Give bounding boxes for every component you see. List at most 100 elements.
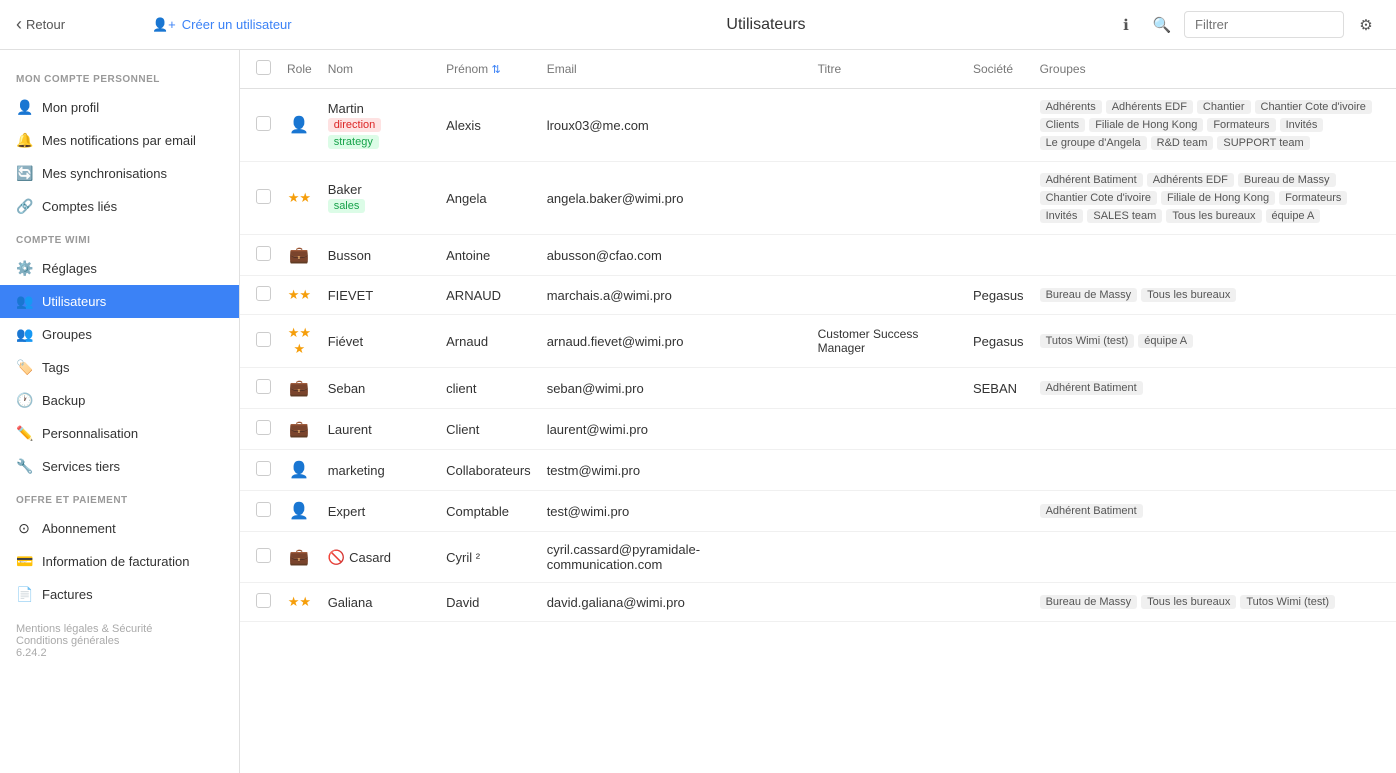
titre-cell [810,409,965,450]
titre-cell [810,450,965,491]
row-checkbox[interactable] [256,548,271,563]
titre-cell [810,235,965,276]
group-tag: Adhérents [1040,100,1102,114]
col-email[interactable]: Email [539,50,810,89]
row-checkbox[interactable] [256,420,271,435]
group-tag: Bureau de Massy [1040,595,1138,609]
sidebar-section-payment: OFFRE ET PAIEMENT [0,483,239,512]
invoice-icon: 📄 [16,586,32,603]
group-tag: Adhérent Batiment [1040,381,1143,395]
nom-value: Galiana [328,595,373,610]
search-icon[interactable]: 🔍 [1148,11,1176,39]
prenom-cell: Collaborateurs [438,450,539,491]
prenom-cell: Alexis [438,89,539,162]
filter-input[interactable] [1184,11,1344,38]
group-tag: Tous les bureaux [1166,209,1261,223]
groups-cell: Bureau de MassyTous les bureauxTutos Wim… [1032,583,1396,622]
cg-link[interactable]: Conditions générales [16,635,119,647]
col-prenom[interactable]: Prénom ⇅ [438,50,539,89]
col-nom[interactable]: Nom [320,50,438,89]
sidebar-item-services-tiers[interactable]: 🔧 Services tiers [0,450,239,483]
legal-link[interactable]: Mentions légales & Sécurité [16,623,152,635]
sidebar-item-tags[interactable]: 🏷️ Tags [0,351,239,384]
nom-value: Seban [328,381,366,396]
row-checkbox[interactable] [256,189,271,204]
email-cell: angela.baker@wimi.pro [539,162,810,235]
email-cell: seban@wimi.pro [539,368,810,409]
societe-cell [965,450,1032,491]
sidebar-item-comptes-lies[interactable]: 🔗 Comptes liés [0,190,239,223]
table-row: 👤ExpertComptabletest@wimi.proAdhérent Ba… [240,491,1396,532]
nom-value: Casard [349,550,391,565]
settings-icon[interactable]: ⚙ [1352,11,1380,39]
societe-cell [965,532,1032,583]
sidebar-item-utilisateurs[interactable]: 👥 Utilisateurs [0,285,239,318]
row-checkbox[interactable] [256,116,271,131]
sync-icon: 🔄 [16,165,32,182]
sidebar-item-mon-profil[interactable]: 👤 Mon profil [0,91,239,124]
role-cell: 👤 [279,450,320,491]
row-checkbox[interactable] [256,332,271,347]
nom-cell: 🚫Casard [320,532,438,583]
email-cell: testm@wimi.pro [539,450,810,491]
col-role[interactable]: Role [279,50,320,89]
stars3-role-icon: ★★★ [288,325,311,356]
sidebar-item-abonnement[interactable]: ⊙ Abonnement [0,512,239,545]
table-row: 👤MartindirectionstrategyAlexislroux03@me… [240,89,1396,162]
sidebar-item-notifications[interactable]: 🔔 Mes notifications par email [0,124,239,157]
table-row: 💼Sebanclientseban@wimi.proSEBANAdhérent … [240,368,1396,409]
table-row: ★★★FiévetArnaudarnaud.fievet@wimi.proCus… [240,315,1396,368]
sidebar-item-facturation[interactable]: 💳 Information de facturation [0,545,239,578]
nom-value: Baker [328,182,362,197]
select-all-checkbox[interactable] [256,60,271,75]
role-cell: 👤 [279,89,320,162]
col-groupes[interactable]: Groupes [1032,50,1396,89]
back-button[interactable]: Retour [16,14,136,35]
email-cell: cyril.cassard@pyramidale-communication.c… [539,532,810,583]
groups-cell: Bureau de MassyTous les bureaux [1032,276,1396,315]
stars2-role-icon: ★★ [288,594,311,609]
email-cell: lroux03@me.com [539,89,810,162]
col-titre[interactable]: Titre [810,50,965,89]
table-row: ★★FIEVETARNAUDmarchais.a@wimi.proPegasus… [240,276,1396,315]
sidebar-item-personnalisation[interactable]: ✏️ Personnalisation [0,417,239,450]
nom-value: Expert [328,504,366,519]
row-checkbox[interactable] [256,461,271,476]
group-tag: Formateurs [1207,118,1275,132]
row-checkbox[interactable] [256,593,271,608]
groups-list: Adhérent Batiment [1040,503,1388,519]
bell-icon: 🔔 [16,132,32,149]
nom-value: Laurent [328,422,372,437]
info-icon[interactable]: ℹ [1112,11,1140,39]
email-cell: test@wimi.pro [539,491,810,532]
role-cell: ★★★ [279,315,320,368]
row-checkbox[interactable] [256,379,271,394]
societe-cell [965,583,1032,622]
row-checkbox[interactable] [256,246,271,261]
stars2-role-icon: ★★ [288,287,311,302]
main-content: Role Nom Prénom ⇅ Email Titre Société Gr… [240,50,1396,773]
group-tag: Invités [1040,209,1084,223]
table-header-row: Role Nom Prénom ⇅ Email Titre Société Gr… [240,50,1396,89]
link-icon: 🔗 [16,198,32,215]
group-tag: Bureau de Massy [1238,173,1336,187]
nom-cell: FIEVET [320,276,438,315]
sidebar-item-reglages[interactable]: ⚙️ Réglages [0,252,239,285]
col-checkbox[interactable] [240,50,279,89]
sidebar: MON COMPTE PERSONNEL 👤 Mon profil 🔔 Mes … [0,50,240,773]
email-cell: marchais.a@wimi.pro [539,276,810,315]
sidebar-item-groupes[interactable]: 👥 Groupes [0,318,239,351]
groups-cell: AdhérentsAdhérents EDFChantierChantier C… [1032,89,1396,162]
group-tag: Adhérents EDF [1106,100,1193,114]
row-checkbox[interactable] [256,502,271,517]
nom-cell: Expert [320,491,438,532]
sidebar-item-synchronisations[interactable]: 🔄 Mes synchronisations [0,157,239,190]
table-row: ★★BakersalesAngelaangela.baker@wimi.proA… [240,162,1396,235]
col-societe[interactable]: Société [965,50,1032,89]
group-tag: Invités [1280,118,1324,132]
titre-cell [810,89,965,162]
sidebar-item-factures[interactable]: 📄 Factures [0,578,239,611]
row-checkbox[interactable] [256,286,271,301]
sidebar-item-backup[interactable]: 🕐 Backup [0,384,239,417]
create-user-button[interactable]: 👤+ Créer un utilisateur [152,17,451,33]
